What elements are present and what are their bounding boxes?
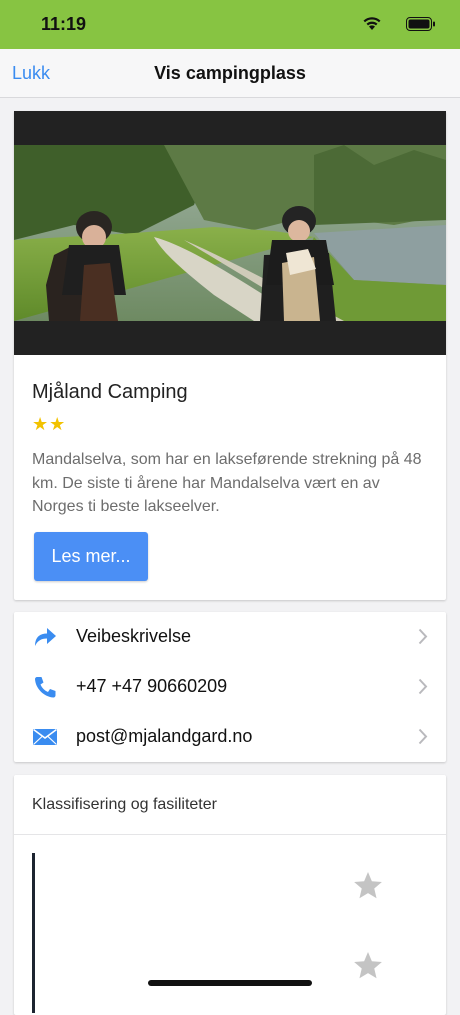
read-more-button[interactable]: Les mer... [34,532,148,581]
chevron-right-icon [418,728,428,745]
status-bar: 11:19 [0,0,460,49]
campsite-name: Mjåland Camping [32,381,188,403]
classification-bar [32,853,35,1013]
wifi-icon [363,17,381,30]
directions-row[interactable]: Veibeskrivelse [14,612,446,662]
campsite-description: Mandalselva, som har en lakseførende str… [32,451,422,515]
star-icon [354,952,382,979]
divider [14,834,446,835]
status-time: 11:19 [41,14,87,34]
horse-riding-photo [14,145,446,321]
email-label: post@mjalandgard.no [76,726,253,746]
campsite-card: Mjåland Camping ★★ Mandalselva, som har … [14,111,446,600]
facilities-card: Klassifisering og fasiliteter [14,775,446,1015]
facilities-title: Klassifisering og fasiliteter [32,796,217,813]
directions-arrow-icon [35,628,56,646]
campsite-photo [14,111,446,355]
email-row[interactable]: post@mjalandgard.no [14,712,446,762]
home-indicator[interactable] [148,980,312,986]
chevron-right-icon [418,628,428,645]
phone-label: +47 +47 90660209 [76,676,228,696]
directions-label: Veibeskrivelse [76,626,192,646]
chevron-right-icon [418,678,428,695]
phone-icon [35,677,56,698]
contact-card: Veibeskrivelse +47 +47 90660209 post@mja… [14,612,446,762]
battery-icon [406,17,435,31]
page-title: Vis campingplass [154,63,306,83]
star-icon [354,872,382,899]
nav-bar: Lukk Vis campingplass [0,49,460,98]
phone-row[interactable]: +47 +47 90660209 [14,662,446,712]
rating-stars: ★★ [32,414,67,434]
mail-icon [33,728,57,745]
